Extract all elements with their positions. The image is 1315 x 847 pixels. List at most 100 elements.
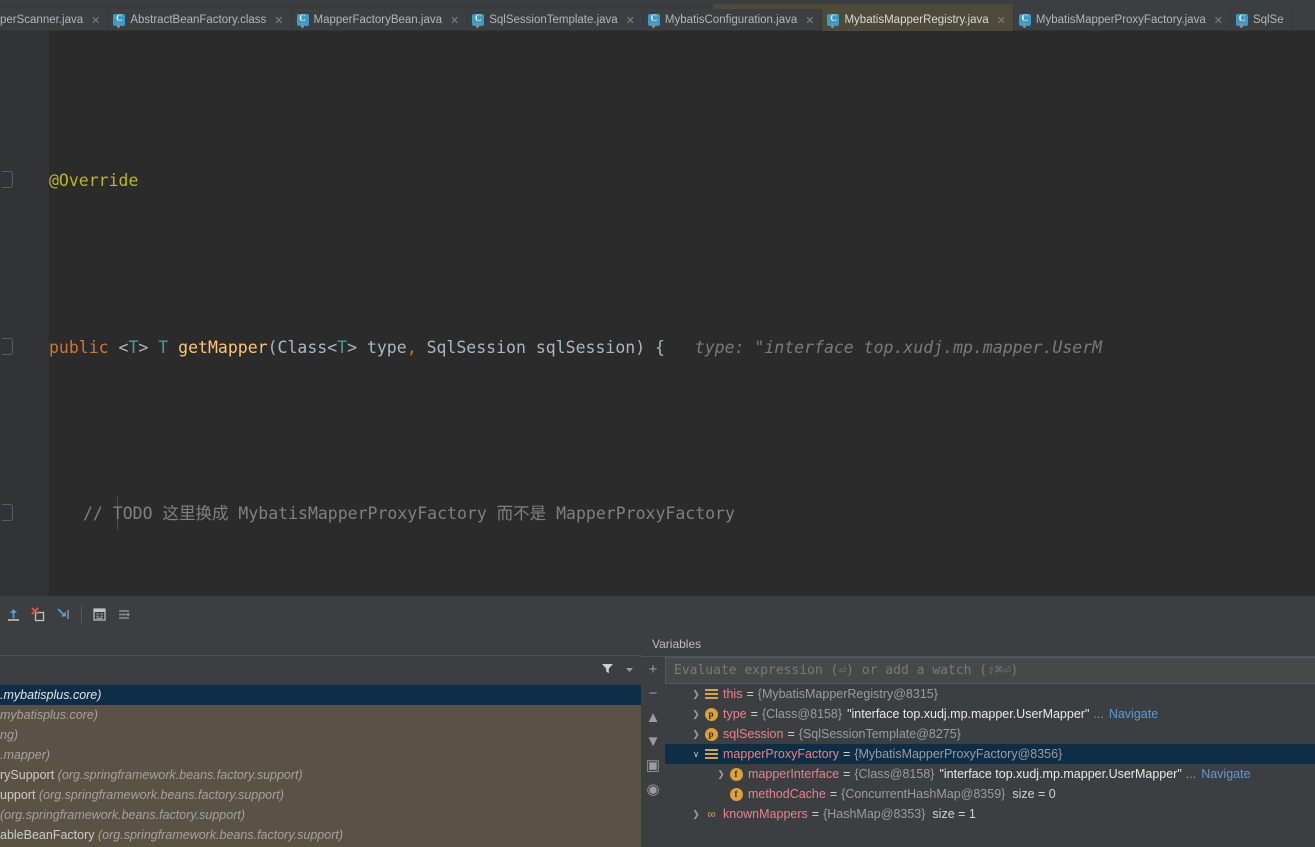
evaluate-expression-icon[interactable] <box>87 602 112 627</box>
variable-value: {Class@8158} <box>761 707 843 721</box>
object-icon <box>703 689 719 699</box>
code-text: // TODO 这里换成 MybatisMapperProxyFactory 而… <box>83 504 735 524</box>
equals-sign: = <box>829 787 838 801</box>
editor-tab[interactable]: AbstractBeanFactory.class ✕ <box>108 9 292 31</box>
editor-tab-bar[interactable]: perScanner.java✕AbstractBeanFactory.clas… <box>0 9 1315 31</box>
top-strip <box>0 0 1315 9</box>
variable-row[interactable]: ❯ p type = {Class@8158} "interface top.xudj.m… <box>665 704 1315 724</box>
code-content[interactable]: @Override public <T> T getMapper(Class<T… <box>0 31 1315 595</box>
variable-value: {ConcurrentHashMap@8359} <box>841 787 1006 801</box>
evaluate-expression-input[interactable]: Evaluate expression (⏎) or add a watch (… <box>665 657 1315 684</box>
filter-icon[interactable] <box>601 662 614 680</box>
field-icon: f <box>728 787 744 801</box>
move-down-button[interactable]: ▼ <box>641 729 665 753</box>
watch-placeholder: Evaluate expression (⏎) or add a watch (… <box>674 663 1019 678</box>
close-icon[interactable]: ✕ <box>626 14 635 27</box>
view-mode-button[interactable]: ◉ <box>641 777 665 801</box>
toolbar-separator <box>81 605 82 623</box>
java-class-icon <box>113 13 126 28</box>
fold-marker-icon[interactable] <box>2 337 13 355</box>
variable-value: {MybatisMapperProxyFactory@8356} <box>854 747 1063 761</box>
navigate-link[interactable]: Navigate <box>1109 704 1158 724</box>
add-watch-button[interactable]: + <box>641 657 665 681</box>
variable-row[interactable]: ❯ this = {MybatisMapperRegistry@8315} <box>665 684 1315 704</box>
step-into-icon[interactable] <box>51 602 76 627</box>
sort-variables-icon[interactable] <box>112 602 137 627</box>
close-icon[interactable]: ✕ <box>805 14 814 27</box>
variable-row[interactable]: ∨ mapperProxyFactory = {MybatisMapperProxyF… <box>665 744 1315 764</box>
variable-value: {HashMap@8353} <box>823 807 926 821</box>
frames-list[interactable]: .mybatisplus.core) mybatisplus.core) ng) .m… <box>0 685 641 847</box>
editor-tab[interactable]: MybatisMapperRegistry.java ✕ <box>822 9 1014 31</box>
chevron-right-icon[interactable]: ❯ <box>689 724 703 744</box>
java-class-icon <box>647 13 660 28</box>
frame-row[interactable]: ableBeanFactory (org.springframework.bea… <box>0 825 641 845</box>
ellipsis[interactable]: ... <box>1186 764 1196 784</box>
chevron-right-icon[interactable]: ❯ <box>689 804 703 824</box>
chevron-right-icon[interactable]: ❯ <box>689 684 703 704</box>
field-icon: f <box>728 767 744 781</box>
equals-sign: = <box>750 707 758 721</box>
close-icon[interactable]: ✕ <box>450 14 459 27</box>
frame-row[interactable]: ng) <box>0 725 641 745</box>
object-icon <box>703 749 719 759</box>
frame-row[interactable]: mybatisplus.core) <box>0 705 641 725</box>
variables-tree[interactable]: ❯ this = {MybatisMapperRegistry@8315} ❯ p type… <box>665 684 1315 847</box>
parameter-icon: p <box>703 707 719 721</box>
variable-value: {Class@8158} <box>854 767 935 781</box>
equals-sign: = <box>843 747 851 761</box>
frame-class: rySupport <box>0 768 55 782</box>
editor-tab-label: SqlSe <box>1252 14 1284 26</box>
editor-tab[interactable]: SqlSe <box>1231 9 1292 31</box>
code-line[interactable]: public <T> T getMapper(Class<T> type, Sq… <box>0 331 1315 364</box>
frames-toolbar[interactable] <box>0 656 641 685</box>
move-up-button[interactable]: ▲ <box>641 705 665 729</box>
frame-class: ableBeanFactory <box>0 828 95 842</box>
close-icon[interactable]: ✕ <box>91 14 100 27</box>
frame-row[interactable]: .mybatisplus.core) <box>0 685 641 705</box>
step-out-icon[interactable] <box>1 602 26 627</box>
editor-tab[interactable]: MybatisMapperProxyFactory.java ✕ <box>1014 9 1231 31</box>
chevron-down-icon[interactable]: ∨ <box>689 744 703 764</box>
code-text: public <T> T getMapper(Class<T> type, Sq… <box>49 337 1103 357</box>
frames-panel[interactable]: .mybatisplus.core) mybatisplus.core) ng) .m… <box>0 632 641 847</box>
ellipsis[interactable]: ... <box>1093 704 1103 724</box>
variable-name: this <box>723 687 743 701</box>
frame-row[interactable]: upport (org.springframework.beans.factor… <box>0 785 641 805</box>
editor-tab[interactable]: MapperFactoryBean.java ✕ <box>292 9 468 31</box>
editor-tab[interactable]: MybatisConfiguration.java ✕ <box>643 9 823 31</box>
code-editor[interactable]: @Override public <T> T getMapper(Class<T… <box>0 31 1315 595</box>
code-line[interactable]: // TODO 这里换成 MybatisMapperProxyFactory 而… <box>0 497 1315 531</box>
variables-title: Variables <box>641 632 1315 657</box>
variable-row[interactable]: ❯ p sqlSession = {SqlSessionTemplate@8275} <box>665 724 1315 744</box>
frame-row[interactable]: rySupport (org.springframework.beans.fac… <box>0 765 641 785</box>
chevron-right-icon[interactable]: ❯ <box>714 764 728 784</box>
collection-size: size = 0 <box>1012 787 1056 801</box>
collection-size: size = 1 <box>932 807 976 821</box>
navigate-link[interactable]: Navigate <box>1201 764 1250 784</box>
editor-tab[interactable]: SqlSessionTemplate.java ✕ <box>467 9 643 31</box>
chevron-down-icon[interactable] <box>624 662 635 680</box>
fold-marker-icon[interactable] <box>2 171 13 189</box>
close-icon[interactable]: ✕ <box>997 14 1006 27</box>
variables-panel[interactable]: Variables + − ▲ ▼ ▣ ◉ Evaluate expression (⏎)… <box>641 632 1315 847</box>
close-icon[interactable]: ✕ <box>274 14 283 27</box>
code-line[interactable]: @Override <box>0 164 1315 197</box>
java-class-icon <box>296 13 309 28</box>
variable-row[interactable]: ❯ f mapperInterface = {Class@8158} "interface… <box>665 764 1315 784</box>
force-step-into-icon[interactable] <box>26 602 51 627</box>
variable-value: {SqlSessionTemplate@8275} <box>798 727 961 741</box>
chevron-right-icon[interactable]: ❯ <box>689 704 703 724</box>
editor-tab[interactable]: perScanner.java ✕ <box>0 9 109 31</box>
frame-row[interactable]: (org.springframework.beans.factory.suppo… <box>0 805 641 825</box>
debugger-toolbar[interactable] <box>0 595 1315 632</box>
variable-row[interactable]: f methodCache = {ConcurrentHashMap@8359} siz… <box>665 784 1315 804</box>
copy-value-button[interactable]: ▣ <box>641 753 665 777</box>
close-icon[interactable]: ✕ <box>1214 14 1223 27</box>
variables-rail[interactable]: + − ▲ ▼ ▣ ◉ <box>641 657 665 847</box>
remove-watch-button[interactable]: − <box>641 681 665 705</box>
frame-row[interactable]: .mapper) <box>0 745 641 765</box>
fold-marker-icon[interactable] <box>2 504 13 522</box>
variable-row[interactable]: ❯ ∞ knownMappers = {HashMap@8353} size = 1 <box>665 804 1315 824</box>
variable-value: {MybatisMapperRegistry@8315} <box>757 687 938 701</box>
